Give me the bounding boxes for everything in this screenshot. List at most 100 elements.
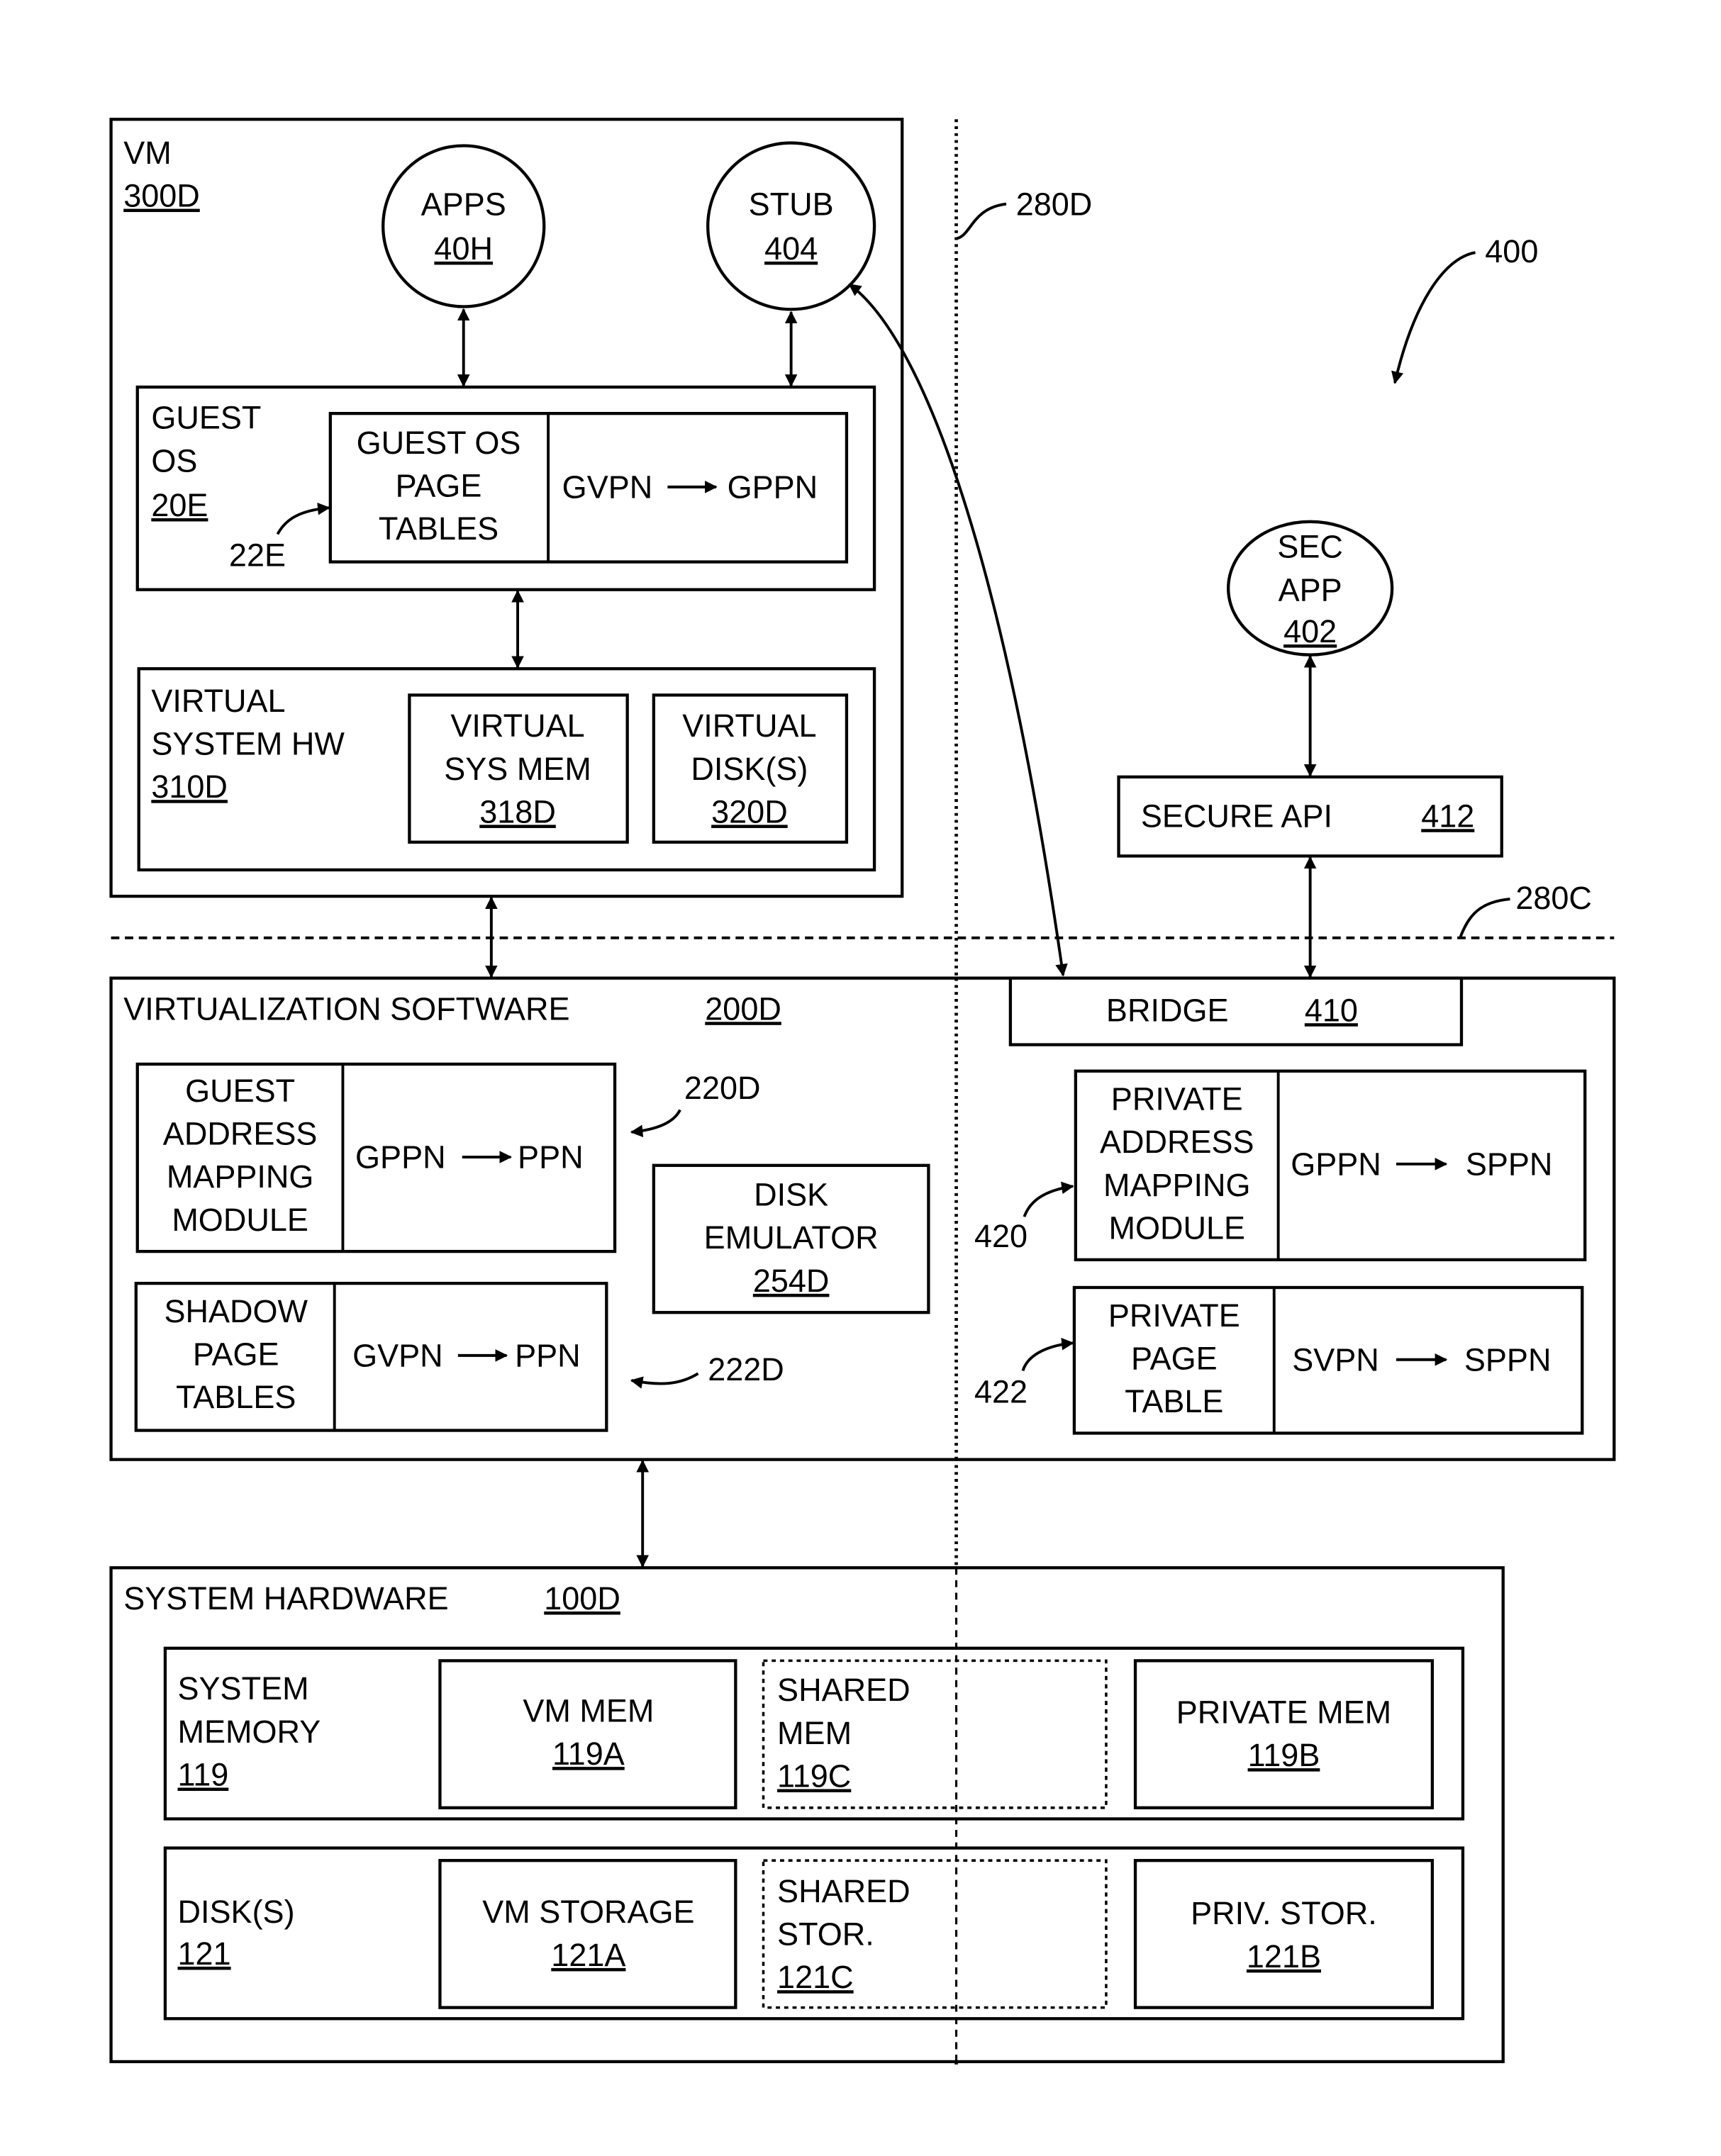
ppt-mapping-to: SPPN [1464, 1341, 1552, 1378]
virtual-sys-mem-ref: 318D [479, 793, 556, 830]
pam-line-2: ADDRESS [1100, 1124, 1254, 1160]
guest-os-title-line-1: GUEST [151, 400, 261, 436]
system-hardware-ref: 100D [544, 1580, 620, 1616]
sec-app-line-1: SEC [1277, 529, 1343, 565]
vm-ref: 300D [123, 178, 200, 214]
virtualization-title: VIRTUALIZATION SOFTWARE [123, 990, 569, 1027]
sec-app-node: SEC APP 402 [1227, 520, 1394, 657]
shared-storage-line-1: SHARED [777, 1873, 910, 1909]
pam-mapping-from: GPPN [1291, 1146, 1381, 1182]
ppt-mapping-from: SVPN [1292, 1341, 1379, 1378]
gam-pointer-ref: 220D [684, 1070, 761, 1106]
shadow-page-tables: SHADOW PAGE TABLES GVPN PPN [134, 1281, 608, 1432]
ppt-pointer-ref: 422 [974, 1373, 1027, 1409]
page-tables-pointer-ref: 22E [229, 537, 286, 573]
virtual-disks-ref: 320D [711, 793, 788, 830]
gam-mapping-from: GPPN [355, 1139, 446, 1175]
private-page-table: PRIVATE PAGE TABLE SVPN SPPN [1072, 1285, 1584, 1435]
virtual-hw-title-line-1: VIRTUAL [151, 683, 285, 719]
shared-storage-line-2: STOR. [777, 1916, 874, 1953]
gam-line-4: MODULE [172, 1202, 308, 1238]
page-tables-label-line-2: PAGE [396, 468, 482, 504]
private-mem-label: PRIVATE MEM [1176, 1694, 1391, 1730]
guest-os-page-tables: GUEST OS PAGE TABLES GVPN GPPN [328, 411, 849, 564]
vm-mem-box: VM MEM 119A [438, 1659, 737, 1809]
gam-mapping-to: PPN [518, 1139, 584, 1175]
system-hardware-title: SYSTEM HARDWARE [123, 1580, 448, 1616]
ref-label-280d: 280D [1016, 186, 1093, 222]
virtual-sys-mem-line-1: VIRTUAL [450, 708, 584, 744]
page-tables-mapping-from: GVPN [562, 469, 653, 506]
disks-ref: 121 [178, 1936, 231, 1972]
guest-address-mapping-module: GUEST ADDRESS MAPPING MODULE GPPN PPN [135, 1062, 617, 1253]
secure-api-box: SECURE API 412 [1117, 775, 1503, 858]
disk-emulator-box: DISK EMULATOR 254D [652, 1163, 930, 1314]
shared-mem-line-2: MEM [777, 1715, 852, 1751]
gam-line-3: MAPPING [167, 1158, 314, 1195]
shared-storage-ref: 121C [777, 1959, 854, 1995]
virtual-disks-line-1: VIRTUAL [682, 708, 816, 744]
disk-emulator-ref: 254D [753, 1263, 830, 1299]
leader-280c [1459, 898, 1510, 939]
bridge-ref: 410 [1305, 992, 1358, 1028]
private-address-mapping-module: PRIVATE ADDRESS MAPPING MODULE GPPN SPPN [1074, 1069, 1587, 1262]
virtual-disks-line-2: DISK(S) [691, 751, 808, 787]
figure-ref-400: 400 [1485, 233, 1538, 269]
virtual-sys-mem-box: VIRTUAL SYS MEM 318D [408, 693, 629, 844]
apps-label: APPS [421, 186, 506, 222]
spt-mapping-to: PPN [515, 1338, 581, 1374]
spt-line-1: SHADOW [164, 1293, 308, 1329]
ref-label-280c: 280C [1515, 880, 1592, 916]
pam-line-3: MAPPING [1103, 1167, 1251, 1203]
system-memory-ref: 119 [178, 1757, 229, 1793]
vm-title: VM [123, 135, 172, 171]
secure-api-label: SECURE API [1141, 798, 1332, 834]
vm-mem-ref: 119A [552, 1736, 625, 1772]
virtual-hw-title-line-2: SYSTEM HW [151, 726, 345, 762]
ppt-line-2: PAGE [1131, 1340, 1218, 1376]
ppt-line-3: TABLE [1125, 1383, 1223, 1419]
private-storage-ref: 121B [1247, 1938, 1321, 1975]
page-tables-mapping-to: GPPN [728, 469, 818, 506]
disks-title: DISK(S) [178, 1894, 295, 1930]
private-storage-label: PRIV. STOR. [1191, 1895, 1377, 1931]
sec-app-line-2: APP [1279, 571, 1342, 608]
pam-line-4: MODULE [1108, 1210, 1245, 1246]
guest-os-title-line-2: OS [151, 442, 197, 479]
shared-mem-line-1: SHARED [777, 1672, 910, 1708]
page-tables-label-line-1: GUEST OS [357, 425, 521, 461]
vm-storage-box: VM STORAGE 121A [438, 1859, 737, 2009]
ppt-line-1: PRIVATE [1108, 1297, 1240, 1334]
disk-emulator-line-2: EMULATOR [704, 1219, 879, 1256]
spt-line-3: TABLES [176, 1379, 296, 1415]
pam-mapping-to: SPPN [1466, 1146, 1553, 1182]
gam-line-1: GUEST [185, 1073, 295, 1109]
disk-emulator-line-1: DISK [754, 1177, 828, 1213]
figure-pointer-arrow [1391, 251, 1476, 384]
page-tables-label-line-3: TABLES [379, 510, 499, 547]
pam-line-1: PRIVATE [1111, 1081, 1243, 1117]
vm-storage-label: VM STORAGE [482, 1894, 694, 1930]
apps-node: APPS 40H [381, 144, 546, 308]
private-storage-box: PRIV. STOR. 121B [1133, 1859, 1435, 2009]
apps-ref: 40H [434, 230, 493, 267]
spt-line-2: PAGE [193, 1336, 279, 1373]
stub-ref: 404 [764, 230, 818, 267]
guest-os-ref: 20E [151, 487, 208, 523]
virtualization-architecture-diagram: 280D 280C 400 VM 300D APPS 40H STUB 404 … [109, 118, 1616, 2067]
virtual-hw-ref: 310D [151, 769, 228, 805]
shared-mem-ref: 119C [777, 1758, 851, 1794]
virtual-sys-mem-line-2: SYS MEM [444, 751, 591, 787]
spt-mapping-from: GVPN [352, 1338, 443, 1374]
spt-pointer-ref: 222D [708, 1351, 784, 1387]
vm-mem-label: VM MEM [523, 1692, 654, 1728]
private-mem-ref: 119B [1248, 1737, 1320, 1773]
system-memory-title-line-2: MEMORY [178, 1714, 321, 1750]
system-memory-title-line-1: SYSTEM [178, 1670, 309, 1707]
leader-280d [955, 202, 1007, 240]
bridge-box: BRIDGE 410 [1008, 976, 1464, 1046]
virtualization-ref: 200D [705, 990, 781, 1027]
gam-line-2: ADDRESS [163, 1115, 318, 1151]
sec-app-ref: 402 [1283, 613, 1337, 649]
pam-pointer-ref: 420 [974, 1218, 1027, 1254]
